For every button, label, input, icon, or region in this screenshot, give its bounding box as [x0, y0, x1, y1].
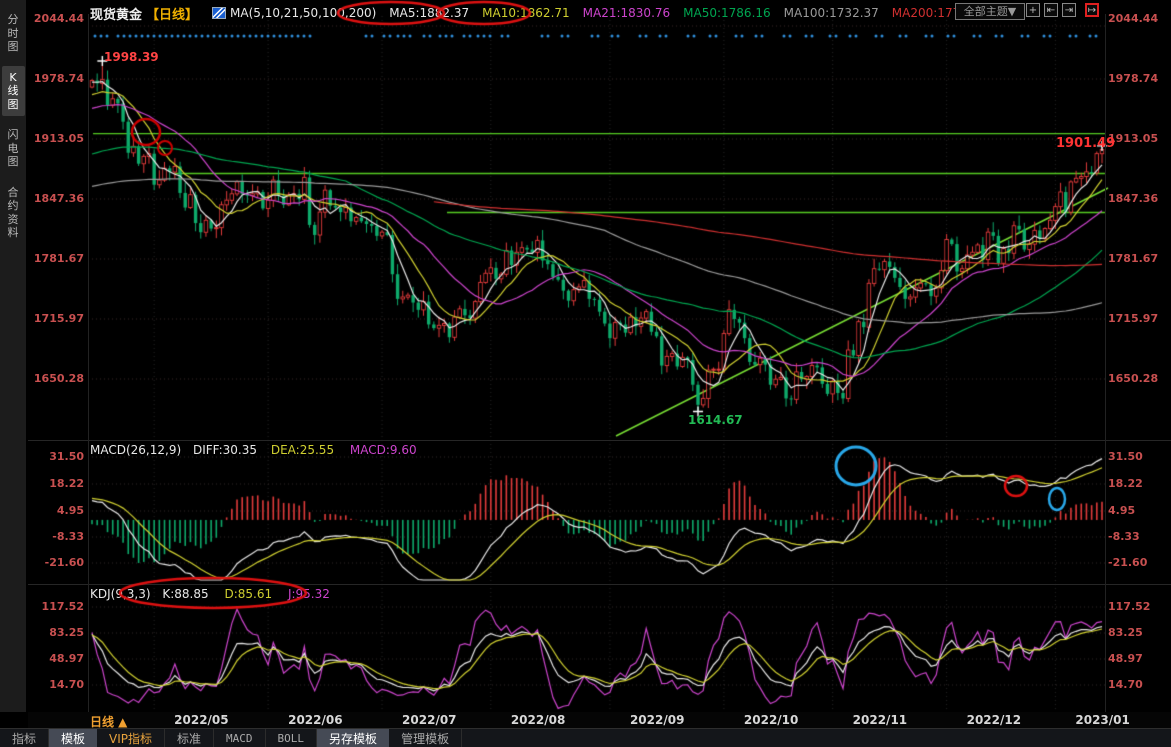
price-tick-label: 1715.97: [32, 312, 84, 325]
footer-tab-BOLL[interactable]: BOLL: [266, 729, 318, 747]
kdj-tick-label: 14.70: [32, 678, 84, 691]
dea-value: DEA:25.55: [271, 443, 334, 457]
price-tick-label: 1978.74: [32, 72, 84, 85]
ma-value-label: MA5:1882.37: [389, 6, 469, 20]
indicator-tab-bar: 指标模板VIP指标标准MACDBOLL另存模板管理模板: [0, 728, 1171, 747]
month-label: 2022/07: [402, 713, 456, 727]
price-tick-label: 1978.74: [1108, 72, 1168, 85]
kdj-tick-label: 48.97: [1108, 652, 1168, 665]
sidebar-item-闪电图[interactable]: 闪 电 图: [2, 123, 25, 174]
extreme-price-label: 1614.67: [688, 413, 743, 427]
month-label: 2022/10: [744, 713, 798, 727]
kdj-panel-labels: KDJ(9,3,3) K:88.85 D:85.61 J:95.32: [90, 587, 330, 601]
ma-settings-label[interactable]: MA(5,10,21,50,100,200): [230, 6, 376, 20]
macd-tick-label: -8.33: [1108, 530, 1168, 543]
d-value: D:85.61: [224, 587, 272, 601]
price-tick-label: 2044.44: [32, 12, 84, 25]
macd-tick-label: -8.33: [32, 530, 84, 543]
macd-tick-label: -21.60: [1108, 556, 1168, 569]
month-label: 2022/08: [511, 713, 565, 727]
price-tick-label: 1715.97: [1108, 312, 1168, 325]
diff-value: DIFF:30.35: [193, 443, 257, 457]
ma-value-label: MA10:1862.71: [482, 6, 570, 20]
macd-tick-label: 31.50: [1108, 450, 1168, 463]
macd-title[interactable]: MACD(26,12,9): [90, 443, 181, 457]
sidebar-item-K线图[interactable]: K 线 图: [2, 66, 25, 117]
footer-tab-VIP指标[interactable]: VIP指标: [97, 729, 165, 747]
macd-tick-label: 18.22: [32, 477, 84, 490]
ma-value-label: MA21:1830.76: [583, 6, 671, 20]
month-label: 2022/09: [630, 713, 684, 727]
j-value: J:95.32: [288, 587, 330, 601]
kdj-tick-label: 48.97: [32, 652, 84, 665]
ma-value-label: MA50:1786.16: [683, 6, 771, 20]
price-tick-label: 1781.67: [1108, 252, 1168, 265]
month-label: 2022/06: [288, 713, 342, 727]
kdj-tick-label: 117.52: [32, 600, 84, 613]
crosshair-icon[interactable]: +: [1026, 3, 1040, 17]
month-label: 2022/05: [174, 713, 228, 727]
extreme-price-label: 1998.39: [104, 50, 159, 64]
trading-app-window: 分 时 图 K 线 图闪 电 图合 约 资 料 现货黄金 【日线】 MA(5,10…: [0, 0, 1171, 747]
sidebar-item-分时图[interactable]: 分 时 图: [2, 8, 25, 59]
ma-values: MA5:1882.37 MA10:1862.71 MA21:1830.76 MA50:…: [376, 6, 987, 20]
month-label: 2022/11: [853, 713, 907, 727]
footer-tab-模板[interactable]: 模板: [49, 729, 97, 747]
footer-tab-另存模板[interactable]: 另存模板: [317, 729, 389, 747]
panel-separator: [28, 584, 1171, 585]
month-label: 2022/12: [967, 713, 1021, 727]
price-tick-label: 1913.05: [32, 132, 84, 145]
kdj-tick-label: 117.52: [1108, 600, 1168, 613]
chart-header: 现货黄金 【日线】 MA(5,10,21,50,100,200) MA5:188…: [90, 0, 987, 26]
macd-tick-label: 4.95: [32, 504, 84, 517]
price-tick-label: 1781.67: [32, 252, 84, 265]
price-tick-label: 1650.28: [32, 372, 84, 385]
macd-value: MACD:9.60: [350, 443, 417, 457]
plot-right-border: [1105, 14, 1106, 712]
plot-left-border: [88, 14, 89, 712]
time-axis: 日线 ▲ 2022/052022/062022/072022/082022/09…: [28, 712, 1171, 729]
macd-tick-label: -21.60: [32, 556, 84, 569]
panel-separator: [28, 440, 1171, 441]
zoom-out-icon[interactable]: ⇤: [1044, 3, 1058, 17]
month-label: 2023/01: [1075, 713, 1129, 727]
k-value: K:88.85: [162, 587, 208, 601]
price-tick-label: 1913.05: [1108, 132, 1168, 145]
footer-tab-标准[interactable]: 标准: [165, 729, 214, 747]
macd-tick-label: 31.50: [32, 450, 84, 463]
price-tick-label: 1847.36: [1108, 192, 1168, 205]
period-tag: 【日线】: [146, 4, 198, 23]
footer-tab-指标[interactable]: 指标: [0, 729, 49, 747]
chart-type-sidebar: 分 时 图 K 线 图闪 电 图合 约 资 料: [0, 0, 27, 712]
jump-latest-icon[interactable]: ↦: [1085, 3, 1099, 17]
symbol-name: 现货黄金: [90, 4, 142, 23]
zoom-in-icon[interactable]: ⇥: [1062, 3, 1076, 17]
macd-panel-labels: MACD(26,12,9) DIFF:30.35 DEA:25.55 MACD:…: [90, 443, 417, 457]
kdj-tick-label: 83.25: [1108, 626, 1168, 639]
sidebar-item-合约资料[interactable]: 合 约 资 料: [2, 181, 25, 245]
price-tick-label: 1650.28: [1108, 372, 1168, 385]
kline-mini-icon: [212, 7, 226, 19]
ma-value-label: MA100:1732.37: [784, 6, 879, 20]
kdj-title[interactable]: KDJ(9,3,3): [90, 587, 151, 601]
price-tick-label: 1847.36: [32, 192, 84, 205]
candlestick-chart-canvas[interactable]: [0, 0, 1171, 747]
kdj-tick-label: 83.25: [32, 626, 84, 639]
macd-tick-label: 4.95: [1108, 504, 1168, 517]
kdj-tick-label: 14.70: [1108, 678, 1168, 691]
price-tick-label: 2044.44: [1108, 12, 1168, 25]
macd-tick-label: 18.22: [1108, 477, 1168, 490]
current-price-label: 1901.49: [1056, 136, 1115, 151]
footer-tab-管理模板[interactable]: 管理模板: [389, 729, 462, 747]
all-themes-button[interactable]: 全部主题▼: [955, 3, 1025, 20]
footer-tab-MACD[interactable]: MACD: [214, 729, 266, 747]
